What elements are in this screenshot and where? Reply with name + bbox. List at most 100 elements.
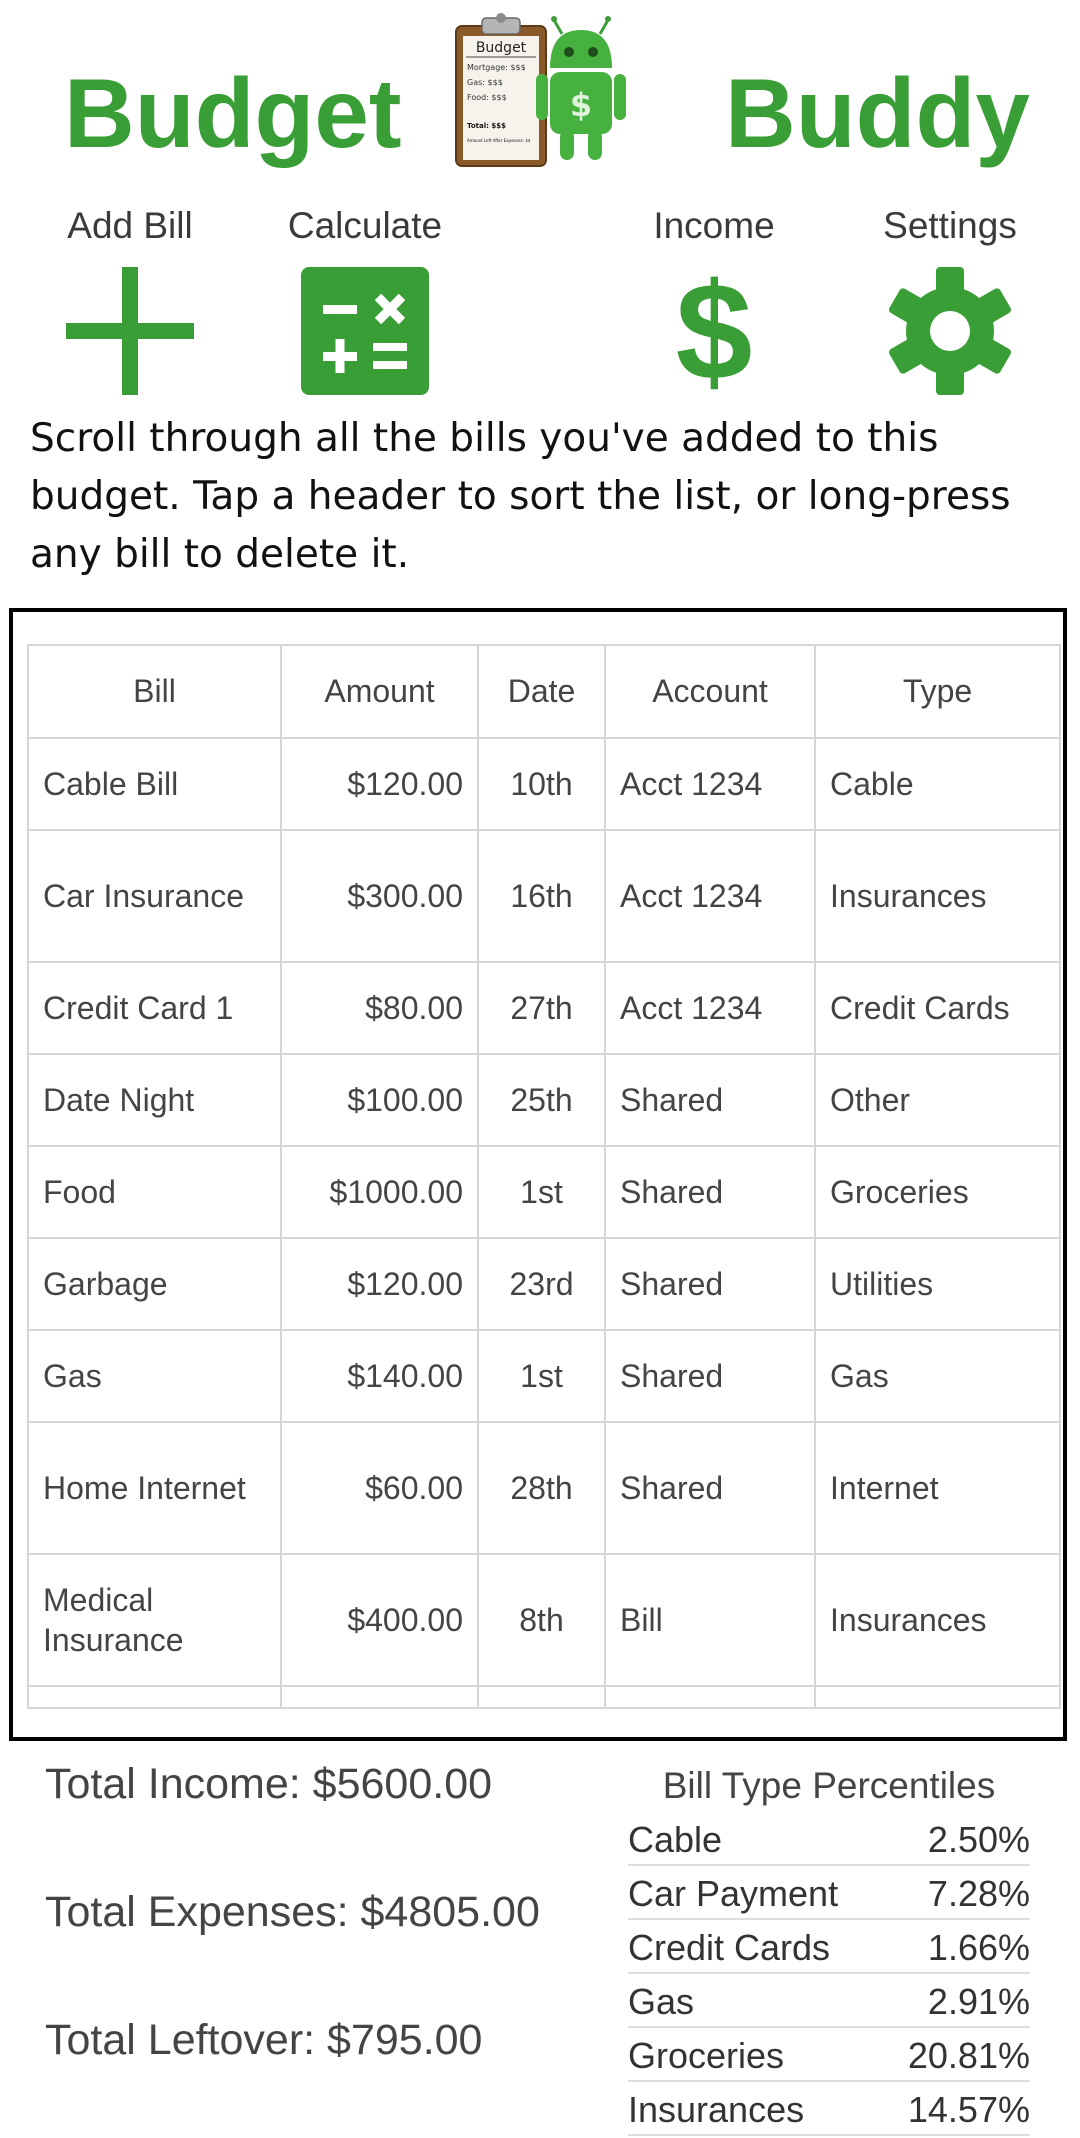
type-cell: Other <box>814 1053 1061 1147</box>
bill-cell: Garbage <box>27 1237 282 1331</box>
settings-button[interactable]: Settings <box>850 200 1050 395</box>
date-cell: 23rd <box>477 1237 606 1331</box>
amount-cell: $80.00 <box>280 961 479 1055</box>
add-bill-label: Add Bill <box>67 205 193 246</box>
table-row[interactable]: Food $1000.00 1st Shared Groceries <box>27 1145 1061 1239</box>
table-row[interactable]: Home Internet $60.00 28th Shared Interne… <box>27 1421 1061 1555</box>
svg-text:Budget: Budget <box>476 40 527 56</box>
bill-cell: Car Insurance <box>27 829 282 963</box>
bills-table-frame[interactable]: Bill Amount Date Account Type Cable Bill… <box>9 608 1067 1741</box>
type-cell: Credit Cards <box>814 961 1061 1055</box>
plus-icon <box>66 267 194 395</box>
brand-title-left: Budget <box>64 58 402 168</box>
dollar-icon: $ <box>676 267 753 395</box>
date-cell: 10th <box>477 737 606 831</box>
account-cell: Acct 1234 <box>604 737 816 831</box>
percentile-value: 2.50% <box>927 1819 1030 1860</box>
table-row[interactable]: Cable Bill $120.00 10th Acct 1234 Cable <box>27 737 1061 831</box>
percentile-value: 1.66% <box>927 1927 1030 1968</box>
app-header: Budget Budget Mortgage: $$$ Gas: $$$ Foo… <box>0 0 1080 190</box>
header-type[interactable]: Type <box>814 644 1061 739</box>
header-bill[interactable]: Bill <box>27 644 282 739</box>
header-account[interactable]: Account <box>604 644 816 739</box>
table-row[interactable]: Gas $140.00 1st Shared Gas <box>27 1329 1061 1423</box>
table-row-partial[interactable] <box>27 1685 1061 1709</box>
bill-cell: Gas <box>27 1329 282 1423</box>
amount-cell: $100.00 <box>280 1053 479 1147</box>
percentile-type: Credit Cards <box>628 1927 831 1968</box>
account-cell: Bill <box>604 1553 816 1687</box>
percentile-row: Credit Cards 1.66% <box>628 1920 1030 1974</box>
table-row[interactable]: Medical Insurance $400.00 8th Bill Insur… <box>27 1553 1061 1687</box>
total-income: Total Income: $5600.00 <box>45 1760 493 1808</box>
bill-cell: Cable Bill <box>27 737 282 831</box>
type-cell: Cable <box>814 737 1061 831</box>
amount-cell: $400.00 <box>280 1553 479 1687</box>
bill-cell: Date Night <box>27 1053 282 1147</box>
percentile-value: 20.81% <box>907 2035 1030 2076</box>
amount-cell: $120.00 <box>280 737 479 831</box>
account-cell: Acct 1234 <box>604 829 816 963</box>
bill-cell: Home Internet <box>27 1421 282 1555</box>
percentile-value: 2.91% <box>927 1981 1030 2022</box>
table-row[interactable]: Garbage $120.00 23rd Shared Utilities <box>27 1237 1061 1331</box>
bill-type-percentiles: Bill Type Percentiles Cable 2.50% Car Pa… <box>628 1760 1030 2136</box>
bill-cell: Credit Card 1 <box>27 961 282 1055</box>
type-cell: Insurances <box>814 829 1061 963</box>
date-cell: 28th <box>477 1421 606 1555</box>
total-leftover: Total Leftover: $795.00 <box>45 2016 483 2064</box>
percentile-type: Gas <box>628 1981 695 2022</box>
date-cell: 8th <box>477 1553 606 1687</box>
percentile-type: Car Payment <box>628 1873 839 1914</box>
date-cell: 27th <box>477 961 606 1055</box>
intro-text: Scroll through all the bills you've adde… <box>30 416 1011 577</box>
income-button[interactable]: Income $ <box>614 200 814 395</box>
date-cell: 1st <box>477 1329 606 1423</box>
percentile-value: 7.28% <box>927 1873 1030 1914</box>
header-amount[interactable]: Amount <box>280 644 479 739</box>
account-cell: Shared <box>604 1053 816 1147</box>
svg-text:$: $ <box>570 86 592 124</box>
type-cell: Internet <box>814 1421 1061 1555</box>
type-cell: Insurances <box>814 1553 1061 1687</box>
percentile-type: Insurances <box>628 2089 805 2130</box>
account-cell: Acct 1234 <box>604 961 816 1055</box>
amount-cell: $1000.00 <box>280 1145 479 1239</box>
percentile-row: Gas 2.91% <box>628 1974 1030 2028</box>
type-cell: Gas <box>814 1329 1061 1423</box>
date-cell: 16th <box>477 829 606 963</box>
table-row[interactable]: Credit Card 1 $80.00 27th Acct 1234 Cred… <box>27 961 1061 1055</box>
income-label: Income <box>653 205 775 246</box>
svg-text:Total: $$$: Total: $$$ <box>467 122 506 130</box>
header-date[interactable]: Date <box>477 644 606 739</box>
svg-text:Food: $$$: Food: $$$ <box>467 93 507 102</box>
amount-cell: $60.00 <box>280 1421 479 1555</box>
percentile-row: Groceries 20.81% <box>628 2028 1030 2082</box>
bill-cell: Food <box>27 1145 282 1239</box>
percentile-row: Cable 2.50% <box>628 1812 1030 1866</box>
account-cell: Shared <box>604 1237 816 1331</box>
amount-cell: $140.00 <box>280 1329 479 1423</box>
gear-icon <box>889 267 1011 395</box>
date-cell: 1st <box>477 1145 606 1239</box>
calculate-button[interactable]: Calculate <box>265 200 465 395</box>
add-bill-button[interactable]: Add Bill <box>30 200 230 395</box>
table-row[interactable]: Date Night $100.00 25th Shared Other <box>27 1053 1061 1147</box>
table-row[interactable]: Car Insurance $300.00 16th Acct 1234 Ins… <box>27 829 1061 963</box>
bills-table: Bill Amount Date Account Type Cable Bill… <box>27 644 1061 1709</box>
percentile-type: Cable <box>628 1819 723 1860</box>
settings-label: Settings <box>883 205 1017 246</box>
svg-text:Amount Left After Expenses: $$: Amount Left After Expenses: $$ <box>467 138 531 143</box>
amount-cell: $120.00 <box>280 1237 479 1331</box>
percentiles-title: Bill Type Percentiles <box>662 1765 996 1806</box>
percentile-type: Groceries <box>628 2035 785 2076</box>
percentile-value: 14.57% <box>907 2089 1030 2130</box>
svg-text:Gas: $$$: Gas: $$$ <box>467 78 503 87</box>
date-cell: 25th <box>477 1053 606 1147</box>
svg-text:$: $ <box>676 267 753 395</box>
bill-cell: Medical Insurance <box>27 1553 282 1687</box>
amount-cell: $300.00 <box>280 829 479 963</box>
type-cell: Groceries <box>814 1145 1061 1239</box>
brand-title-right: Buddy <box>725 58 1030 168</box>
app-logo: Budget Mortgage: $$$ Gas: $$$ Food: $$$ … <box>450 8 632 168</box>
